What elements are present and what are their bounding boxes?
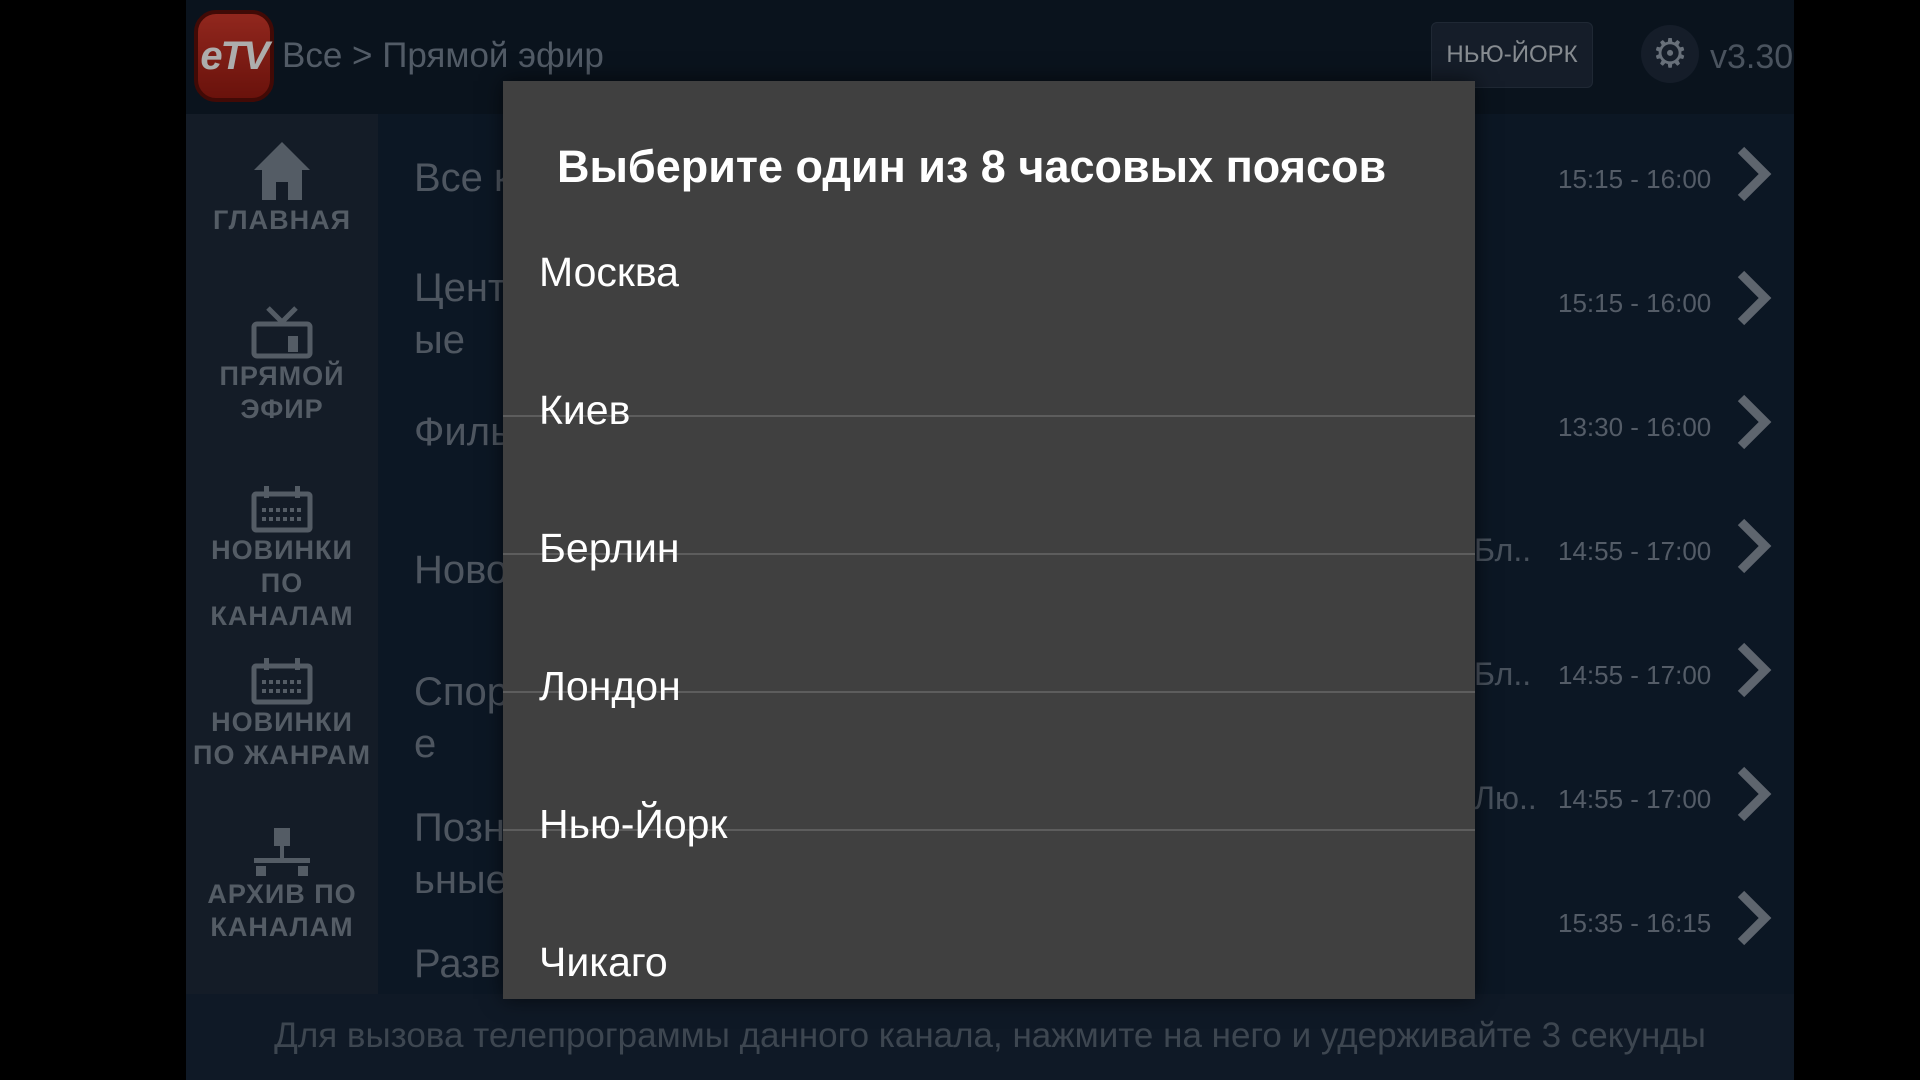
timezone-option-chicago[interactable]: Чикаго	[503, 831, 1475, 999]
timezone-option-new-york[interactable]: Нью-Йорк	[503, 693, 1475, 847]
timezone-option-kiev[interactable]: Киев	[503, 279, 1475, 433]
timezone-option-berlin[interactable]: Берлин	[503, 417, 1475, 571]
timezone-option-london[interactable]: Лондон	[503, 555, 1475, 709]
timezone-dialog: Выберите один из 8 часовых поясов Москва…	[503, 81, 1475, 999]
option-label: Чикаго	[539, 939, 668, 985]
dialog-title: Выберите один из 8 часовых поясов	[557, 141, 1387, 192]
